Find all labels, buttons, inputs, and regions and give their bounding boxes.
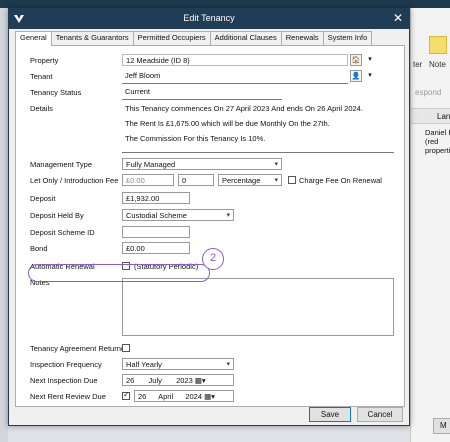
deposit-scheme-id-label: Deposit Scheme ID <box>30 228 95 237</box>
cell-line: (red <box>425 137 439 146</box>
chevron-down-icon: ▾ <box>226 212 230 219</box>
chevron-down-icon: ▾ <box>226 361 230 368</box>
toolbar-label[interactable]: ter <box>413 60 422 69</box>
cancel-button[interactable]: Cancel <box>357 407 403 422</box>
date-year: 2023 <box>176 376 193 385</box>
tab-system-info[interactable]: System Info <box>322 31 373 45</box>
status-underline <box>122 99 282 100</box>
let-only-type-select[interactable]: Percentage ▾ <box>218 174 282 186</box>
deposit-held-by-value: Custodial Scheme <box>126 211 187 220</box>
property-field[interactable]: 12 Meadside (ID 8) <box>122 54 348 66</box>
bond-field[interactable]: £0.00 <box>122 242 190 254</box>
dialog-titlebar[interactable]: Edit Tenancy ✕ <box>9 9 409 29</box>
highlight-callout <box>28 264 210 282</box>
notes-textarea[interactable] <box>122 278 394 336</box>
background-right-panel: ter Note espond Land Daniel E (red prope… <box>410 8 450 442</box>
details-line: The Commission For this Tenancy Is 10%. <box>125 134 266 143</box>
deposit-label: Deposit <box>30 194 56 203</box>
chevron-down-icon[interactable]: ▾ <box>364 70 376 82</box>
property-lookup-icon[interactable]: 🏠 <box>350 54 362 66</box>
date-month: July <box>148 376 162 385</box>
management-type-value: Fully Managed <box>126 160 176 169</box>
next-rent-review-checkbox[interactable] <box>122 390 130 400</box>
inspection-frequency-value: Half Yearly <box>126 360 162 369</box>
edit-tenancy-dialog: Edit Tenancy ✕ General Tenants & Guarant… <box>8 8 410 426</box>
tab-renewals[interactable]: Renewals <box>280 31 324 45</box>
respond-label: espond <box>415 88 442 97</box>
deposit-held-by-label: Deposit Held By <box>30 211 84 220</box>
next-rent-review-date-field[interactable]: 26 April 2024 ▦▾ <box>134 390 234 402</box>
chevron-down-icon: ▾ <box>274 161 278 168</box>
let-only-fee-label: Let Only / Introduction Fee <box>30 176 119 185</box>
tenancy-status-value: Current <box>122 86 282 98</box>
calendar-icon[interactable]: ▦▾ <box>204 392 215 401</box>
inspection-frequency-label: Inspection Frequency <box>30 360 102 369</box>
tab-strip: General Tenants & Guarantors Permitted O… <box>15 31 373 46</box>
tenancy-status-label: Tenancy Status <box>30 88 82 97</box>
inspection-frequency-select[interactable]: Half Yearly ▾ <box>122 358 234 370</box>
note-icon[interactable] <box>429 36 447 54</box>
column-header-land[interactable]: Land <box>411 108 450 124</box>
next-inspection-label: Next Inspection Due <box>30 376 98 385</box>
management-type-select[interactable]: Fully Managed ▾ <box>122 158 282 170</box>
charge-fee-renewal-checkbox[interactable] <box>288 176 296 184</box>
tenant-label: Tenant <box>30 72 53 81</box>
property-label: Property <box>30 56 59 65</box>
cell-line: propertie <box>425 146 450 155</box>
details-line: The Rent Is £1,675.00 which will be due … <box>125 119 330 128</box>
grid-cell[interactable]: Daniel E (red propertie <box>425 128 450 155</box>
calendar-icon[interactable]: ▦▾ <box>195 376 206 385</box>
let-only-amount-field[interactable]: £0.00 <box>122 174 174 186</box>
date-day: 26 <box>126 376 135 385</box>
cell-line: Daniel E <box>425 128 450 137</box>
toolbar-note-label[interactable]: Note <box>429 60 446 69</box>
next-inspection-date-field[interactable]: 26 July 2023 ▦▾ <box>122 374 234 386</box>
bond-label: Bond <box>30 244 48 253</box>
tab-tenants-guarantors[interactable]: Tenants & Guarantors <box>50 31 134 45</box>
tab-permitted-occupiers[interactable]: Permitted Occupiers <box>132 31 211 45</box>
let-only-number-field[interactable]: 0 <box>178 174 214 186</box>
tenant-underline <box>122 83 348 84</box>
background-left-strip <box>0 8 8 442</box>
chevron-down-icon: ▾ <box>274 177 278 184</box>
tab-additional-clauses[interactable]: Additional Clauses <box>209 31 282 45</box>
background-titlebar <box>0 0 450 8</box>
details-label: Details <box>30 104 53 113</box>
management-type-label: Management Type <box>30 160 92 169</box>
deposit-field[interactable]: £1,932.00 <box>122 192 190 204</box>
details-text[interactable]: This Tenancy commences On 27 April 2023 … <box>122 102 394 152</box>
agreement-returned-checkbox[interactable] <box>122 344 130 352</box>
chevron-down-icon[interactable]: ▾ <box>364 54 376 66</box>
agreement-returned-label: Tenancy Agreement Returned <box>30 344 130 353</box>
tenant-person-icon[interactable]: 👤 <box>350 70 362 82</box>
dialog-title: Edit Tenancy <box>183 13 235 23</box>
background-button[interactable]: M <box>433 418 450 434</box>
charge-fee-renewal-label: Charge Fee On Renewal <box>299 176 382 185</box>
details-line: This Tenancy commences On 27 April 2023 … <box>125 104 363 113</box>
tenant-field[interactable]: Jeff Bloom <box>122 70 348 82</box>
deposit-held-by-select[interactable]: Custodial Scheme ▾ <box>122 209 234 221</box>
general-tab-panel: Property 12 Meadside (ID 8) 🏠 ▾ Tenant J… <box>15 45 405 407</box>
let-only-type-value: Percentage <box>222 176 261 185</box>
close-icon[interactable]: ✕ <box>393 11 403 25</box>
date-day: 26 <box>138 392 147 401</box>
next-rent-review-label: Next Rent Review Due <box>30 392 106 401</box>
save-button[interactable]: Save <box>309 407 351 422</box>
tab-general[interactable]: General <box>15 31 52 46</box>
details-underline <box>122 152 394 153</box>
date-year: 2024 <box>185 392 202 401</box>
callout-number-badge: 2 <box>202 248 224 270</box>
date-month: April <box>158 392 174 401</box>
deposit-scheme-id-field[interactable] <box>122 226 190 238</box>
